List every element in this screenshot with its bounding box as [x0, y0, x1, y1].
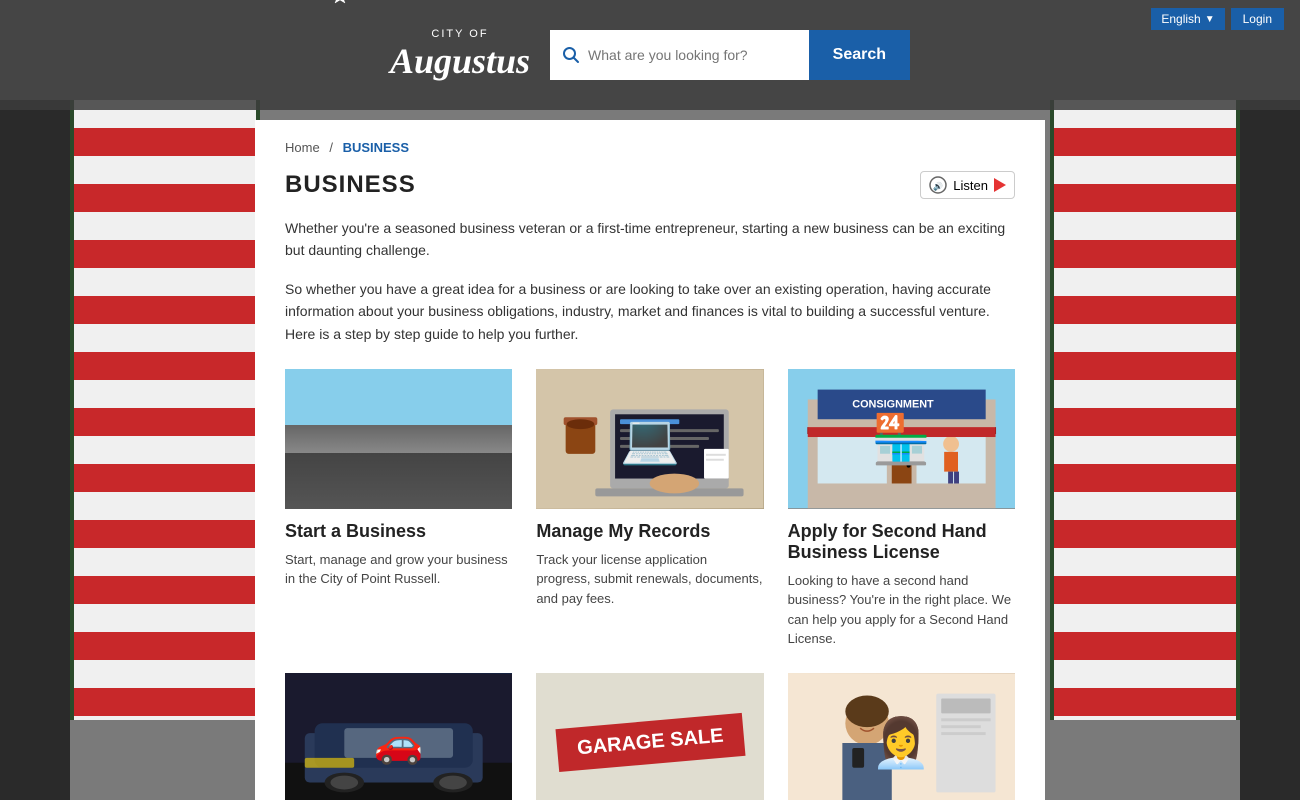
card-desc-manage-records: Track your license application progress,… — [536, 550, 763, 609]
card-6[interactable] — [788, 673, 1015, 800]
card-image-garage: GARAGE SALE — [536, 673, 763, 800]
card-image-woman — [788, 673, 1015, 800]
card-title-second-hand: Apply for Second Hand Business License — [788, 521, 1015, 563]
intro-paragraph-1: Whether you're a seasoned business veter… — [285, 217, 1015, 262]
logo-icon — [330, 0, 350, 8]
svg-text:MATT'S GRILL: MATT'S GRILL — [342, 427, 386, 434]
business-image-svg: MATT'S GRILL — [285, 369, 512, 501]
breadcrumb-current: BUSINESS — [343, 140, 409, 155]
listen-icon: 🔊 — [929, 176, 947, 194]
card-desc-start-business: Start, manage and grow your business in … — [285, 550, 512, 589]
main-content-area: Home / BUSINESS BUSINESS 🔊 Listen Whethe… — [255, 120, 1045, 800]
intro-paragraph-2: So whether you have a great idea for a b… — [285, 278, 1015, 345]
right-awning — [1050, 100, 1240, 720]
language-selector[interactable]: English ▼ — [1151, 8, 1224, 30]
card-title-start-business: Start a Business — [285, 521, 512, 542]
listen-label: Listen — [953, 178, 988, 193]
laptop-image-svg — [536, 369, 763, 509]
breadcrumb-separator: / — [329, 140, 333, 155]
card-start-business[interactable]: MATT'S GRILL Start a Business Start, man… — [285, 369, 512, 649]
breadcrumb: Home / BUSINESS — [285, 140, 1015, 155]
svg-text:🔊: 🔊 — [933, 181, 943, 191]
cards-grid: MATT'S GRILL Start a Business Start, man… — [285, 369, 1015, 800]
top-navigation: CITY OF Augustus Search English ▼ Login — [0, 0, 1300, 110]
card-5[interactable]: GARAGE SALE — [536, 673, 763, 800]
chevron-down-icon: ▼ — [1205, 14, 1215, 25]
card-image-business: MATT'S GRILL — [285, 369, 512, 509]
shop-image-svg: CONSIGNMENT — [788, 369, 1015, 509]
card-manage-records[interactable]: Manage My Records Track your license app… — [536, 369, 763, 649]
listen-button[interactable]: 🔊 Listen — [920, 171, 1015, 199]
left-dark-panel — [0, 100, 70, 800]
card-second-hand-license[interactable]: CONSIGNMENT A — [788, 369, 1015, 649]
search-input[interactable] — [588, 47, 797, 63]
play-icon — [994, 178, 1006, 192]
search-icon — [562, 46, 580, 64]
right-dark-panel — [1240, 100, 1300, 800]
card-image-shop: CONSIGNMENT — [788, 369, 1015, 509]
card-image-laptop — [536, 369, 763, 509]
page-header-row: BUSINESS 🔊 Listen — [285, 171, 1015, 199]
login-button[interactable]: Login — [1231, 8, 1284, 30]
site-logo: CITY OF Augustus — [390, 28, 530, 82]
top-right-controls: English ▼ Login — [1151, 8, 1284, 30]
search-bar: Search — [550, 30, 910, 80]
card-title-manage-records: Manage My Records — [536, 521, 763, 542]
search-input-wrapper[interactable] — [550, 30, 809, 80]
left-awning — [70, 100, 260, 720]
garage-sale-sign: GARAGE SALE — [555, 713, 745, 772]
woman-image-svg — [788, 673, 1015, 800]
card-4[interactable] — [285, 673, 512, 800]
logo-name-text: Augustus — [390, 41, 530, 81]
logo-city-of-text: CITY OF — [390, 28, 530, 40]
card-desc-second-hand: Looking to have a second hand business? … — [788, 571, 1015, 649]
search-button[interactable]: Search — [809, 30, 910, 80]
car-image-svg — [285, 673, 512, 800]
card-image-car — [285, 673, 512, 800]
breadcrumb-home[interactable]: Home — [285, 140, 320, 155]
svg-text:CONSIGNMENT: CONSIGNMENT — [852, 398, 934, 410]
page-title: BUSINESS — [285, 171, 416, 199]
